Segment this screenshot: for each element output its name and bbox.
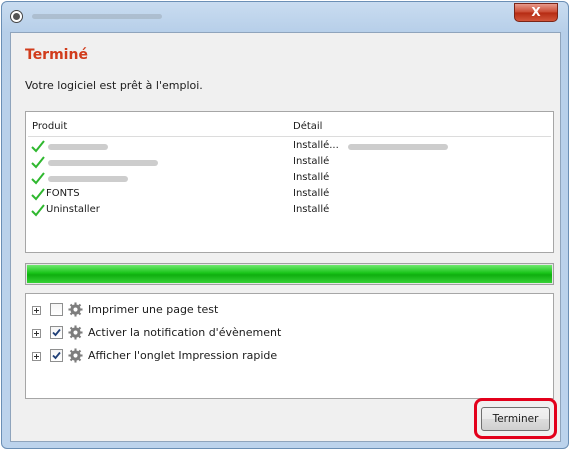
installer-window: X Terminé Votre logiciel est prêt à l'em… xyxy=(1,1,569,449)
expand-icon[interactable] xyxy=(32,352,41,361)
check-icon xyxy=(31,156,45,169)
check-icon xyxy=(31,204,45,217)
option-print-test-page[interactable]: Imprimer une page test xyxy=(26,300,546,320)
product-name-redacted xyxy=(48,160,158,166)
product-detail: Installé xyxy=(293,156,330,167)
print-test-page-checkbox[interactable] xyxy=(50,303,63,316)
table-row: Installé xyxy=(26,155,553,171)
gear-icon xyxy=(68,348,83,363)
gear-icon xyxy=(68,302,83,317)
page-title: Terminé xyxy=(25,47,88,63)
progress-bar xyxy=(25,263,554,285)
product-detail: Installé xyxy=(293,188,330,199)
detail-redacted xyxy=(348,144,448,150)
close-button[interactable]: X xyxy=(514,3,558,22)
check-icon xyxy=(31,188,45,201)
table-row: Uninstaller Installé xyxy=(26,203,553,219)
option-label: Afficher l'onglet Impression rapide xyxy=(88,349,278,362)
option-event-notification[interactable]: Activer la notification d'évènement xyxy=(26,323,546,343)
product-detail: Installé xyxy=(293,172,330,183)
check-icon xyxy=(31,172,45,185)
finish-button[interactable]: Terminer xyxy=(481,407,550,431)
option-label: Imprimer une page test xyxy=(88,303,219,316)
event-notification-checkbox[interactable] xyxy=(50,326,63,339)
checkmark-icon xyxy=(52,328,61,337)
page-subtitle: Votre logiciel est prêt à l'emploi. xyxy=(25,79,203,92)
quick-print-tab-checkbox[interactable] xyxy=(50,349,63,362)
table-row: Installé xyxy=(26,171,553,187)
product-name: FONTS xyxy=(46,188,80,199)
header-divider xyxy=(28,136,551,137)
expand-icon[interactable] xyxy=(32,306,41,315)
product-name-redacted xyxy=(48,144,108,150)
table-row: Installé... xyxy=(26,139,553,155)
title-bar[interactable]: X xyxy=(2,2,568,32)
product-name-redacted xyxy=(48,176,128,182)
options-list: Imprimer une page test Activer la notifi… xyxy=(25,293,554,399)
product-name: Uninstaller xyxy=(46,204,100,215)
expand-icon[interactable] xyxy=(32,329,41,338)
column-header-detail: Détail xyxy=(293,121,323,132)
gear-icon xyxy=(68,325,83,340)
column-header-product: Produit xyxy=(32,121,68,132)
product-list: Produit Détail Installé... Installé Inst… xyxy=(25,111,554,253)
app-icon xyxy=(10,10,23,23)
table-row: FONTS Installé xyxy=(26,187,553,203)
progress-fill xyxy=(27,265,552,283)
window-title-redacted xyxy=(32,14,162,19)
content-panel: Terminé Votre logiciel est prêt à l'empl… xyxy=(10,32,561,442)
option-quick-print-tab[interactable]: Afficher l'onglet Impression rapide xyxy=(26,346,546,366)
check-icon xyxy=(31,140,45,153)
product-detail: Installé xyxy=(293,204,330,215)
option-label: Activer la notification d'évènement xyxy=(88,326,282,339)
product-detail: Installé... xyxy=(293,140,339,151)
checkmark-icon xyxy=(52,351,61,360)
